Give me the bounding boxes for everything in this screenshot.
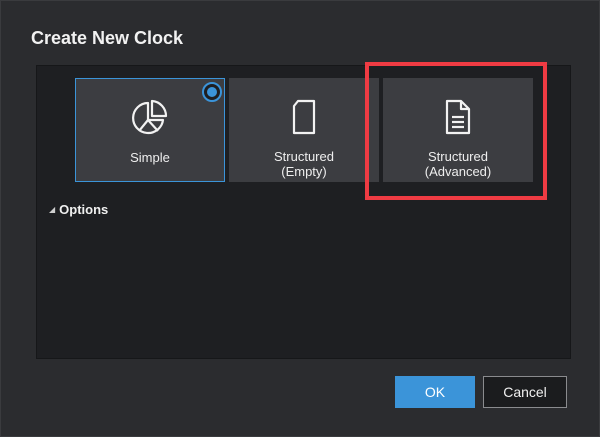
tile-structured-advanced[interactable]: Structured (Advanced) xyxy=(383,78,533,182)
document-lines-icon xyxy=(438,97,478,137)
tile-structured-advanced-label: Structured (Advanced) xyxy=(424,149,492,179)
tile-simple-label: Simple xyxy=(130,150,170,165)
options-label: Options xyxy=(59,202,109,217)
ok-button[interactable]: OK xyxy=(395,376,475,408)
expander-triangle-icon: ◢ xyxy=(49,205,56,214)
tile-simple[interactable]: Simple xyxy=(75,78,225,182)
create-clock-dialog: Create New Clock Simple Structured (Empt… xyxy=(0,0,600,437)
pie-chart-icon xyxy=(130,98,170,138)
blank-page-icon xyxy=(284,97,324,137)
selected-radio-indicator xyxy=(202,82,222,102)
clock-type-panel: Simple Structured (Empty) Structured (Ad… xyxy=(36,65,571,359)
dialog-title: Create New Clock xyxy=(31,28,184,48)
options-expander[interactable]: ◢ Options xyxy=(49,202,108,217)
tile-structured-empty-label: Structured (Empty) xyxy=(274,149,334,179)
cancel-button[interactable]: Cancel xyxy=(483,376,567,408)
tile-structured-empty[interactable]: Structured (Empty) xyxy=(229,78,379,182)
